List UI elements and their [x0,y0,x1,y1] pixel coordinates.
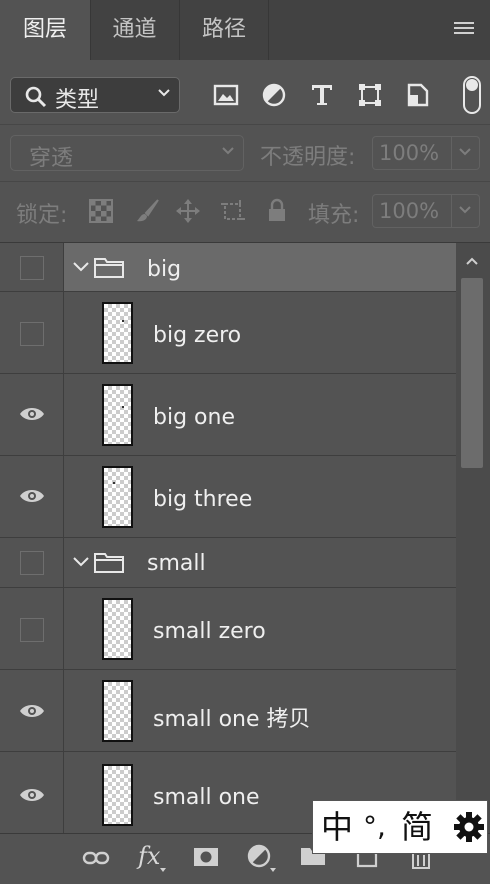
chevron-down-icon[interactable] [458,147,472,157]
add-mask-icon[interactable] [193,846,219,868]
opacity-value: 100% [379,141,440,165]
search-icon [25,86,47,108]
type-filter-icon[interactable] [309,82,335,108]
visibility-toggle[interactable] [0,752,64,833]
layer-row[interactable]: small zero [0,588,456,670]
ime-punctuation-label[interactable]: °, [363,805,386,849]
ime-status-bar[interactable]: 中 °, 简 [312,800,488,854]
layer-row[interactable]: big zero [0,292,456,374]
fill-field[interactable]: 100% [372,194,480,228]
ime-mode-label[interactable]: 中 [321,805,353,849]
layer-name: big one [153,405,235,430]
tab-paths[interactable]: 路径 [180,0,269,60]
ime-script-label[interactable]: 简 [401,805,433,849]
image-filter-icon[interactable] [213,82,239,108]
layer-group-row[interactable]: small [0,538,456,588]
folder-icon [94,553,124,573]
fill-label: 填充: [308,203,360,228]
layer-group-row[interactable]: big [0,243,456,292]
chevron-down-icon[interactable] [458,205,472,215]
blend-mode-label: 穿透 [29,146,74,171]
chevron-down-icon[interactable] [72,555,90,569]
eye-icon[interactable] [19,702,45,720]
opacity-label: 不透明度: [260,145,356,170]
link-layers-icon[interactable] [82,850,110,866]
lock-all-icon[interactable] [264,198,290,224]
lock-image-pixels-brush-icon[interactable] [134,198,160,224]
filter-kind-select[interactable]: 类型 [10,77,180,113]
layer-style-fx-icon[interactable]: fx [138,842,160,870]
gear-icon[interactable] [453,811,485,843]
opacity-field[interactable]: 100% [372,136,480,170]
layer-name: small zero [153,619,266,644]
layer-thumbnail [102,466,133,528]
chevron-down-icon [222,147,234,155]
eye-icon[interactable] [19,786,45,804]
layer-name: big zero [153,323,242,348]
visibility-toggle[interactable] [0,670,64,751]
smart-object-filter-icon[interactable] [405,82,431,108]
folder-icon [94,258,124,278]
blend-mode-select[interactable]: 穿透 [10,135,244,171]
chevron-down-icon [158,89,170,97]
layer-name: big three [153,487,253,512]
layer-row[interactable]: small one 拷贝 [0,670,456,752]
scroll-up-arrow-icon[interactable] [465,256,479,266]
chevron-down-icon[interactable] [72,260,90,274]
lock-artboard-icon[interactable] [220,198,246,224]
eye-icon[interactable] [19,405,45,423]
layer-list: big big zero big one big three small sma… [0,243,490,833]
shape-filter-icon[interactable] [357,82,383,108]
layer-thumbnail [102,680,133,742]
layer-thumbnail [102,764,133,826]
layer-thumbnail [102,302,133,364]
layer-name: small one 拷贝 [153,707,311,732]
filter-toggle-switch[interactable] [463,76,481,114]
layer-thumbnail [102,598,133,660]
visibility-toggle[interactable] [0,588,64,669]
visibility-toggle[interactable] [0,243,64,291]
lock-position-move-icon[interactable] [175,198,201,224]
lock-transparent-pixels-icon[interactable] [88,198,114,224]
visibility-toggle[interactable] [0,292,64,373]
new-adjustment-layer-icon[interactable] [247,844,271,868]
layer-thumbnail [102,384,133,446]
eye-icon[interactable] [19,487,45,505]
visibility-toggle[interactable] [0,538,64,587]
layer-row[interactable]: big one [0,374,456,456]
visibility-toggle[interactable] [0,374,64,455]
panel-menu-icon[interactable] [454,22,474,36]
fill-value: 100% [379,199,440,223]
scrollbar-thumb[interactable] [461,278,483,468]
visibility-toggle[interactable] [0,456,64,537]
tab-channels[interactable]: 通道 [90,0,180,60]
tab-bar: 图层 通道 路径 [0,0,490,60]
lock-label: 锁定: [16,203,68,228]
dropdown-caret-icon [160,868,166,872]
layer-name: small one [153,785,260,810]
layer-name: small [147,551,206,576]
adjustment-filter-icon[interactable] [261,82,287,108]
dropdown-caret-icon [270,868,276,872]
tab-layers[interactable]: 图层 [0,0,91,60]
layer-name: big [147,257,182,282]
filter-kind-label: 类型 [55,88,100,113]
layer-row[interactable]: big three [0,456,456,538]
layers-panel: 图层 通道 路径 类型 穿透 不透明度: 100% 锁定: 填充: 100% b… [0,0,490,884]
